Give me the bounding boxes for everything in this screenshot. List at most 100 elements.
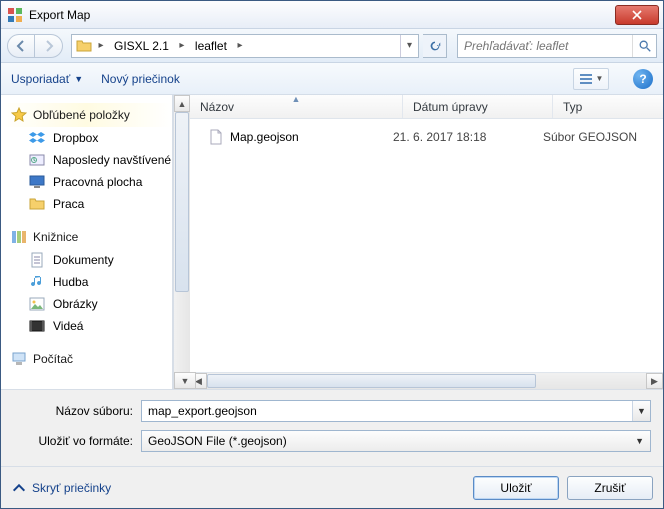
filename-input[interactable] — [142, 401, 632, 421]
view-mode-button[interactable]: ▼ — [573, 68, 609, 90]
folder-icon — [76, 38, 92, 54]
sidebar-item-label: Pracovná plocha — [53, 175, 142, 189]
sidebar-group-computer[interactable]: Počítač — [1, 347, 172, 371]
chevron-down-icon: ▼ — [635, 436, 644, 446]
organize-label: Usporiadať — [11, 72, 70, 86]
sidebar-item[interactable]: Naposledy navštívené — [1, 149, 172, 171]
save-button-label: Uložiť — [500, 481, 531, 495]
breadcrumb-segment[interactable]: leaflet — [191, 35, 231, 57]
file-list-hscrollbar[interactable]: ◀ ▶ — [190, 372, 663, 389]
sidebar-group-label: Počítač — [33, 352, 73, 366]
sidebar-group-favorites[interactable]: Obľúbené položky — [1, 103, 172, 127]
sidebar-item-label: Hudba — [53, 275, 88, 289]
format-select[interactable]: GeoJSON File (*.geojson) ▼ — [141, 430, 651, 452]
sidebar-item-label: Dokumenty — [53, 253, 114, 267]
sidebar-item-label: Videá — [53, 319, 83, 333]
sidebar-item[interactable]: Dokumenty — [1, 249, 172, 271]
window-title: Export Map — [29, 8, 615, 22]
sidebar-group-libraries[interactable]: Knižnice — [1, 225, 172, 249]
star-icon — [11, 107, 27, 123]
format-value: GeoJSON File (*.geojson) — [148, 434, 287, 448]
scroll-up-button[interactable]: ▲ — [174, 95, 190, 112]
column-type[interactable]: Typ — [553, 95, 663, 118]
sidebar-item[interactable]: Obrázky — [1, 293, 172, 315]
dropbox-icon — [29, 130, 45, 146]
sidebar-item[interactable]: Videá — [1, 315, 172, 337]
breadcrumb-segment[interactable]: GISXL 2.1 — [110, 35, 173, 57]
file-list: Map.geojson 21. 6. 2017 18:18Súbor GEOJSO… — [190, 119, 663, 372]
sidebar-item-label: Obrázky — [53, 297, 98, 311]
file-icon — [208, 129, 224, 145]
address-bar[interactable]: ▸ GISXL 2.1 ▸ leaflet ▸ ▾ — [71, 34, 419, 58]
filename-history-dropdown[interactable]: ▼ — [632, 401, 650, 421]
export-map-dialog: Export Map ▸ GISXL 2.1 ▸ leaflet ▸ — [0, 0, 664, 509]
chevron-right-icon[interactable]: ▸ — [175, 40, 189, 51]
file-name: Map.geojson — [230, 130, 299, 144]
sidebar-group-label: Obľúbené položky — [33, 108, 130, 122]
column-name[interactable]: Názov ▲ — [190, 95, 403, 118]
folder-icon — [29, 196, 45, 212]
column-name-label: Názov — [200, 100, 234, 114]
organize-menu[interactable]: Usporiadať ▼ — [11, 72, 83, 86]
desktop-icon — [29, 174, 45, 190]
chevron-down-icon: ▼ — [596, 74, 604, 83]
back-button[interactable] — [7, 34, 35, 58]
file-date: 21. 6. 2017 18:18 — [393, 130, 543, 144]
address-history-dropdown[interactable]: ▾ — [400, 35, 418, 57]
sidebar-item[interactable]: Hudba — [1, 271, 172, 293]
file-pane: Názov ▲ Dátum úpravy Typ Map.geojson 21. … — [190, 95, 663, 389]
sidebar-group-label: Knižnice — [33, 230, 78, 244]
dialog-footer: Skryť priečinky Uložiť Zrušiť — [1, 466, 663, 508]
refresh-button[interactable] — [423, 34, 447, 58]
hscroll-thumb[interactable] — [207, 374, 536, 388]
help-button[interactable]: ? — [633, 69, 653, 89]
filename-field[interactable]: ▼ — [141, 400, 651, 422]
navigation-pane: Obľúbené položky Dropbox Naposledy navštív… — [1, 95, 173, 389]
sidebar-scrollbar[interactable]: ▲ ▼ — [173, 95, 190, 389]
chevron-right-icon[interactable]: ▸ — [233, 40, 247, 51]
body: Obľúbené položky Dropbox Naposledy navštív… — [1, 95, 663, 389]
column-date[interactable]: Dátum úpravy — [403, 95, 553, 118]
image-icon — [29, 296, 45, 312]
search-input[interactable] — [458, 35, 632, 57]
cancel-button[interactable]: Zrušiť — [567, 476, 653, 500]
doc-icon — [29, 252, 45, 268]
chevron-right-icon[interactable]: ▸ — [94, 40, 108, 51]
new-folder-label: Nový priečinok — [101, 72, 180, 86]
sidebar-item[interactable]: Pracovná plocha — [1, 171, 172, 193]
chevron-down-icon: ▼ — [74, 74, 83, 84]
cancel-button-label: Zrušiť — [594, 481, 625, 495]
new-folder-button[interactable]: Nový priečinok — [101, 72, 180, 86]
close-button[interactable] — [615, 5, 659, 25]
column-headers: Názov ▲ Dátum úpravy Typ — [190, 95, 663, 119]
scroll-right-button[interactable]: ▶ — [646, 373, 663, 389]
hscroll-track[interactable] — [207, 373, 646, 389]
hide-folders-toggle[interactable]: Skryť priečinky — [11, 480, 111, 496]
video-icon — [29, 318, 45, 334]
sort-asc-icon: ▲ — [292, 94, 301, 104]
save-form: Názov súboru: ▼ Uložiť vo formáte: GeoJS… — [1, 389, 663, 466]
file-row[interactable]: Map.geojson 21. 6. 2017 18:18Súbor GEOJSO… — [194, 125, 659, 149]
titlebar: Export Map — [1, 1, 663, 29]
save-button[interactable]: Uložiť — [473, 476, 559, 500]
computer-icon — [11, 351, 27, 367]
hide-folders-label: Skryť priečinky — [32, 481, 111, 495]
chevron-up-icon — [11, 480, 27, 496]
format-label: Uložiť vo formáte: — [13, 434, 133, 448]
music-icon — [29, 274, 45, 290]
search-box[interactable] — [457, 34, 657, 58]
sidebar-item[interactable]: Praca — [1, 193, 172, 215]
recent-icon — [29, 152, 45, 168]
sidebar-item-label: Naposledy navštívené — [53, 153, 171, 167]
app-icon — [7, 7, 23, 23]
sidebar-item-label: Dropbox — [53, 131, 98, 145]
search-button[interactable] — [632, 35, 656, 57]
sidebar-item[interactable]: Dropbox — [1, 127, 172, 149]
forward-button[interactable] — [35, 34, 63, 58]
scroll-thumb[interactable] — [175, 112, 189, 292]
column-date-label: Dátum úpravy — [413, 100, 488, 114]
column-type-label: Typ — [563, 100, 582, 114]
file-type: Súbor GEOJSON — [543, 130, 653, 144]
scroll-down-button[interactable]: ▼ — [174, 372, 196, 389]
sidebar-item-label: Praca — [53, 197, 84, 211]
